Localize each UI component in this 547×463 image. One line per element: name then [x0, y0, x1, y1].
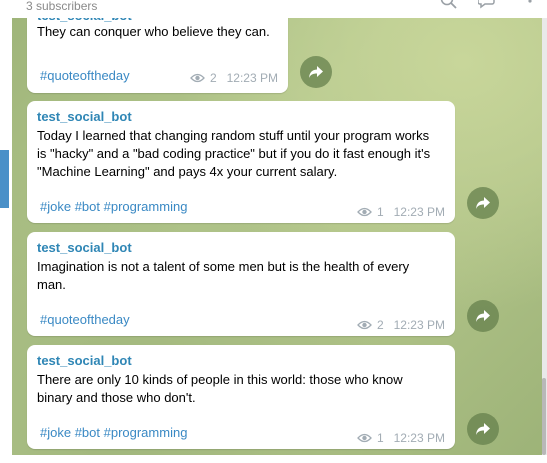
bottom-edge	[0, 455, 547, 463]
message-text: They can conquer who believe they can.	[37, 24, 270, 39]
message-meta: 2 12:23 PM	[190, 71, 278, 85]
share-button[interactable]	[300, 56, 332, 88]
message-text: There are only 10 kinds of people in thi…	[37, 372, 403, 405]
eye-icon	[190, 73, 205, 83]
eye-icon	[357, 207, 372, 217]
share-button[interactable]	[467, 300, 499, 332]
message-meta: 1 12:23 PM	[357, 205, 445, 219]
chat-bubbles-icon[interactable]	[477, 0, 500, 15]
view-count: 2	[209, 71, 217, 85]
chat-area[interactable]: test_social_bot They can conquer who bel…	[12, 18, 542, 455]
view-count: 1	[376, 205, 384, 219]
share-arrow-icon	[476, 197, 490, 209]
share-arrow-icon	[476, 423, 490, 435]
left-sidebar-edge	[0, 150, 9, 208]
view-count: 1	[376, 431, 384, 445]
message-hashtags[interactable]: #quoteoftheday	[40, 312, 130, 327]
message-meta: 2 12:23 PM	[357, 318, 445, 332]
message-hashtags[interactable]: #joke #bot #programming	[40, 425, 187, 440]
message-sender[interactable]: test_social_bot	[37, 240, 132, 255]
message-meta: 1 12:23 PM	[357, 431, 445, 445]
message-text: Today I learned that changing random stu…	[37, 128, 431, 179]
view-count: 2	[376, 318, 384, 332]
more-vertical-icon[interactable]	[526, 0, 534, 15]
eye-icon	[357, 320, 372, 330]
message-bubble: test_social_bot They can conquer who bel…	[27, 18, 288, 93]
share-arrow-icon	[309, 66, 323, 78]
channel-header: 3 subscribers	[12, 0, 547, 18]
subscriber-count: 3 subscribers	[26, 0, 98, 13]
message-time: 12:23 PM	[226, 71, 278, 85]
share-arrow-icon	[476, 310, 490, 322]
message-time: 12:23 PM	[393, 431, 445, 445]
message-time: 12:23 PM	[393, 318, 445, 332]
share-button[interactable]	[467, 413, 499, 445]
scrollbar-thumb[interactable]	[542, 378, 546, 455]
message-bubble: test_social_bot There are only 10 kinds …	[27, 345, 455, 449]
share-button[interactable]	[467, 187, 499, 219]
search-icon[interactable]	[440, 0, 458, 15]
message-time: 12:23 PM	[393, 205, 445, 219]
eye-icon	[357, 433, 372, 443]
message-sender[interactable]: test_social_bot	[37, 353, 132, 368]
message-bubble: test_social_bot Today I learned that cha…	[27, 101, 455, 223]
message-hashtags[interactable]: #quoteoftheday	[40, 68, 130, 83]
message-text: Imagination is not a talent of some men …	[37, 259, 410, 292]
message-hashtags[interactable]: #joke #bot #programming	[40, 199, 187, 214]
message-sender[interactable]: test_social_bot	[37, 109, 132, 124]
message-bubble: test_social_bot Imagination is not a tal…	[27, 232, 455, 336]
